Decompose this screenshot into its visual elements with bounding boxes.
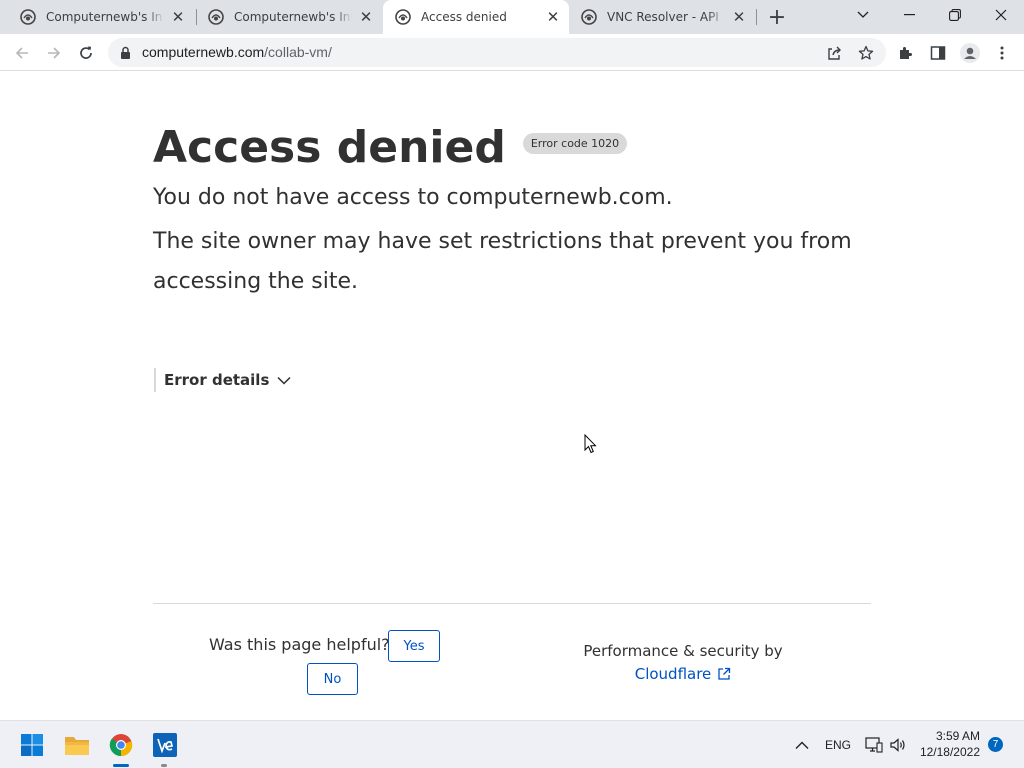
- tab-computernewb-1[interactable]: Computernewb's Internet ✕: [8, 0, 194, 34]
- tab-close-icon[interactable]: ✕: [545, 8, 561, 26]
- extensions-puzzle-icon[interactable]: [892, 39, 920, 67]
- bookmark-star-icon[interactable]: [852, 39, 880, 67]
- no-button[interactable]: No: [307, 663, 358, 695]
- start-windows-icon[interactable]: [16, 729, 48, 761]
- minimize-icon[interactable]: [886, 0, 932, 30]
- tab-strip: Computernewb's Internet ✕ Computernewb's…: [0, 0, 1024, 34]
- tab-title: VNC Resolver - API: [607, 10, 719, 24]
- address-bar[interactable]: computernewb.com/collab-vm/: [108, 38, 886, 67]
- back-icon[interactable]: [8, 39, 36, 67]
- clock-time: 3:59 AM: [935, 729, 980, 743]
- cloudflare-link-label: Cloudflare: [634, 665, 712, 683]
- chrome-active-indicator: [113, 764, 129, 767]
- page-title: Access denied: [153, 122, 506, 173]
- menu-kebab-icon[interactable]: [988, 39, 1016, 67]
- browser-toolbar: computernewb.com/collab-vm/: [0, 34, 1024, 71]
- footer-divider: [153, 603, 871, 604]
- file-explorer-icon[interactable]: [61, 729, 93, 761]
- taskbar: ENG: [0, 720, 1024, 768]
- system-clock[interactable]: 3:59 AM 12/18/2022: [916, 728, 980, 760]
- access-message: You do not have access to computernewb.c…: [153, 185, 673, 210]
- tab-computernewb-2[interactable]: Computernewb's Internet ✕: [196, 0, 382, 34]
- notification-badge[interactable]: 7: [988, 737, 1003, 752]
- tab-access-denied[interactable]: Access denied ✕: [383, 0, 569, 34]
- side-panel-icon[interactable]: [924, 39, 952, 67]
- tab-close-icon[interactable]: ✕: [731, 8, 747, 26]
- new-tab-plus-icon[interactable]: +: [765, 5, 789, 30]
- external-link-icon: [717, 667, 731, 681]
- error-details-toggle[interactable]: Error details: [154, 368, 291, 392]
- cloudflare-link[interactable]: Cloudflare: [575, 665, 791, 683]
- url-path: /collab-vm/: [264, 44, 332, 60]
- chevron-down-icon: [277, 376, 291, 385]
- error-code-badge: Error code 1020: [522, 133, 628, 154]
- helpful-question: Was this page helpful?: [209, 635, 390, 654]
- error-details-label: Error details: [164, 371, 270, 389]
- chrome-icon[interactable]: [105, 729, 137, 761]
- mouse-pointer-icon: [584, 433, 597, 458]
- language-indicator[interactable]: ENG: [825, 738, 851, 752]
- computernewb-favicon-icon: [20, 9, 36, 25]
- forward-icon[interactable]: [40, 39, 68, 67]
- heading-row: Access denied Error code 1020: [153, 122, 628, 173]
- share-icon[interactable]: [820, 39, 848, 67]
- vscode-running-indicator: [161, 764, 167, 767]
- profile-avatar-icon[interactable]: [956, 39, 984, 67]
- tab-title: Computernewb's Internet: [234, 10, 352, 24]
- close-window-icon[interactable]: [978, 0, 1024, 30]
- yes-button[interactable]: Yes: [388, 630, 440, 662]
- tab-close-icon[interactable]: ✕: [170, 8, 186, 26]
- computernewb-favicon-icon: [581, 9, 597, 25]
- tray-overflow-chevron-icon[interactable]: [787, 729, 817, 761]
- performance-security-text: Performance & security by: [583, 642, 783, 660]
- tab-close-icon[interactable]: ✕: [358, 8, 374, 26]
- volume-icon[interactable]: [886, 729, 910, 761]
- page-content: Access denied Error code 1020 You do not…: [0, 72, 1024, 720]
- lock-icon[interactable]: [120, 45, 131, 64]
- network-icon[interactable]: [862, 729, 886, 761]
- tab-title: Computernewb's Internet: [46, 10, 164, 24]
- restriction-message: The site owner may have set restrictions…: [153, 229, 852, 294]
- clock-date: 12/18/2022: [919, 745, 980, 759]
- url-host: computernewb.com: [142, 44, 265, 60]
- tab-vnc-resolver[interactable]: VNC Resolver - API ✕: [569, 0, 755, 34]
- restore-icon[interactable]: [932, 0, 978, 30]
- vscode-icon[interactable]: [149, 729, 181, 761]
- computernewb-favicon-icon: [395, 9, 411, 25]
- url-text: computernewb.com/collab-vm/: [142, 44, 332, 60]
- tab-separator: [756, 9, 757, 25]
- tab-title: Access denied: [421, 10, 507, 24]
- tab-search-chevron-icon[interactable]: [840, 0, 886, 30]
- reload-icon[interactable]: [72, 39, 100, 67]
- computernewb-favicon-icon: [208, 9, 224, 25]
